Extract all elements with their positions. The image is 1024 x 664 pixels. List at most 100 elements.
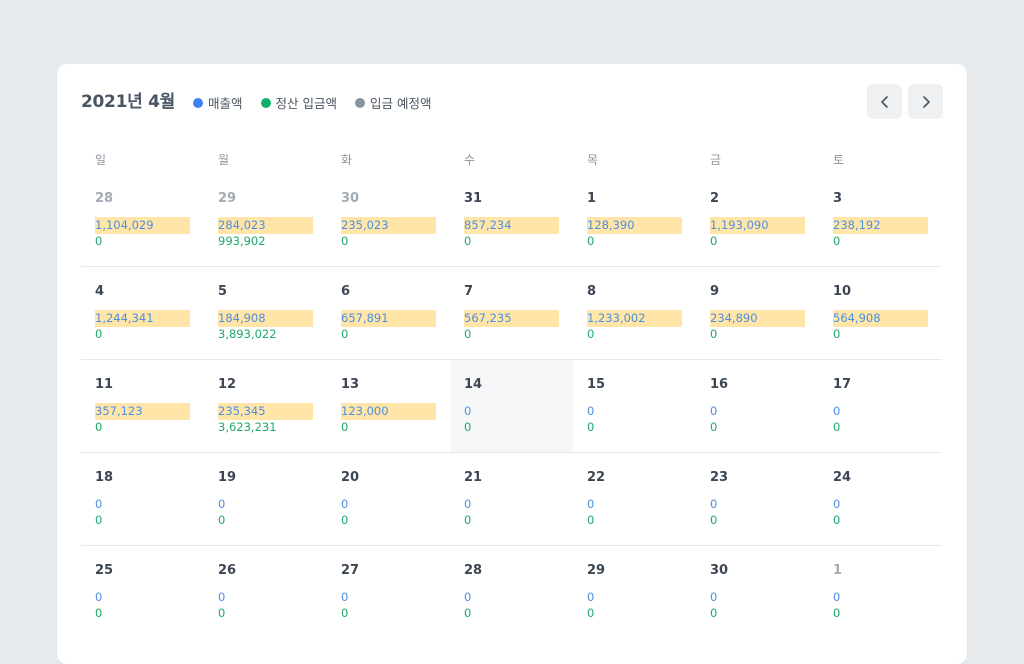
scheduled-dot-icon [355, 97, 365, 108]
deposit-amount: 0 [341, 513, 349, 527]
day-number: 30 [341, 191, 360, 206]
day-cell[interactable]: 7 567,235 0 [450, 267, 573, 359]
day-cell[interactable]: 28 0 0 [450, 546, 573, 638]
legend-label: 입금 예정액 [370, 96, 432, 111]
day-cell[interactable]: 31 857,234 0 [450, 174, 573, 266]
day-cell[interactable]: 25 0 0 [81, 546, 204, 638]
deposit-amount: 0 [710, 327, 718, 341]
weekday-label: 목 [587, 153, 599, 167]
day-number: 30 [710, 563, 729, 578]
day-cell[interactable]: 17 0 0 [819, 360, 942, 452]
day-cell[interactable]: 24 0 0 [819, 453, 942, 545]
day-cell[interactable]: 30 235,023 0 [327, 174, 450, 266]
deposit-amount: 0 [833, 327, 841, 341]
sales-amount: 0 [464, 497, 472, 511]
day-number: 10 [833, 284, 852, 299]
day-number: 22 [587, 470, 606, 485]
day-cell[interactable]: 29 284,023 993,902 [204, 174, 327, 266]
deposit-amount: 0 [710, 420, 718, 434]
day-cell[interactable]: 30 0 0 [696, 546, 819, 638]
sales-amount: 0 [95, 497, 103, 511]
day-number: 8 [587, 284, 597, 299]
day-number: 1 [587, 191, 597, 206]
sales-amount: 1,233,002 [587, 310, 682, 327]
deposit-amount: 0 [833, 234, 841, 248]
day-cell[interactable]: 14 0 0 [450, 360, 573, 452]
day-cell[interactable]: 15 0 0 [573, 360, 696, 452]
weekday-label: 화 [341, 153, 353, 167]
day-cell[interactable]: 9 234,890 0 [696, 267, 819, 359]
sales-amount: 238,192 [833, 217, 928, 234]
day-cell[interactable]: 6 657,891 0 [327, 267, 450, 359]
day-cell[interactable]: 1 0 0 [819, 546, 942, 638]
day-cell[interactable]: 2 1,193,090 0 [696, 174, 819, 266]
day-cell[interactable]: 23 0 0 [696, 453, 819, 545]
deposit-amount: 0 [710, 513, 718, 527]
day-number: 23 [710, 470, 729, 485]
weekday-label: 금 [710, 153, 722, 167]
sales-amount: 234,890 [710, 310, 805, 327]
deposit-amount: 3,623,231 [218, 420, 277, 434]
prev-month-button[interactable] [867, 84, 902, 119]
week-row: 28 1,104,029 0 29 284,023 993,902 30 235,023 0 31… [81, 174, 942, 267]
day-cell[interactable]: 28 1,104,029 0 [81, 174, 204, 266]
day-cell[interactable]: 1 128,390 0 [573, 174, 696, 266]
day-number: 5 [218, 284, 228, 299]
day-number: 17 [833, 377, 852, 392]
chevron-right-icon [922, 95, 930, 108]
sales-amount: 0 [710, 590, 718, 604]
deposit-amount: 0 [464, 606, 472, 620]
day-cell[interactable]: 5 184,908 3,893,022 [204, 267, 327, 359]
day-cell[interactable]: 22 0 0 [573, 453, 696, 545]
day-cell[interactable]: 8 1,233,002 0 [573, 267, 696, 359]
deposit-amount: 0 [833, 420, 841, 434]
day-cell[interactable]: 21 0 0 [450, 453, 573, 545]
sales-amount: 235,023 [341, 217, 436, 234]
sales-dot-icon [193, 97, 203, 108]
deposit-amount: 0 [710, 234, 718, 248]
day-cell[interactable]: 13 123,000 0 [327, 360, 450, 452]
day-number: 2 [710, 191, 720, 206]
day-cell[interactable]: 18 0 0 [81, 453, 204, 545]
sales-amount: 0 [710, 497, 718, 511]
legend-label: 정산 입금액 [275, 96, 337, 111]
deposit-amount: 0 [464, 420, 472, 434]
sales-amount: 857,234 [464, 217, 559, 234]
day-number: 29 [587, 563, 606, 578]
day-number: 16 [710, 377, 729, 392]
deposit-amount: 0 [587, 234, 595, 248]
day-cell[interactable]: 4 1,244,341 0 [81, 267, 204, 359]
weekday-label: 토 [833, 153, 845, 167]
deposit-amount: 0 [95, 327, 103, 341]
day-number: 11 [95, 377, 114, 392]
sales-amount: 128,390 [587, 217, 682, 234]
day-cell[interactable]: 19 0 0 [204, 453, 327, 545]
day-cell[interactable]: 27 0 0 [327, 546, 450, 638]
deposit-amount: 0 [218, 606, 226, 620]
sales-amount: 0 [95, 590, 103, 604]
day-cell[interactable]: 11 357,123 0 [81, 360, 204, 452]
day-cell[interactable]: 12 235,345 3,623,231 [204, 360, 327, 452]
calendar-card: 2021년 4월 매출액 정산 입금액 입금 예정액 일월화수목금토 28 1,1… [57, 64, 967, 664]
day-cell[interactable]: 16 0 0 [696, 360, 819, 452]
sales-amount: 0 [341, 590, 349, 604]
day-number: 14 [464, 377, 483, 392]
day-cell[interactable]: 29 0 0 [573, 546, 696, 638]
deposit-amount: 0 [464, 327, 472, 341]
day-number: 24 [833, 470, 852, 485]
day-number: 15 [587, 377, 606, 392]
weekday-header: 일월화수목금토 [81, 151, 942, 168]
day-cell[interactable]: 10 564,908 0 [819, 267, 942, 359]
deposit-amount: 0 [464, 513, 472, 527]
sales-amount: 1,104,029 [95, 217, 190, 234]
sales-amount: 0 [833, 590, 841, 604]
day-number: 12 [218, 377, 237, 392]
day-number: 27 [341, 563, 360, 578]
day-number: 20 [341, 470, 360, 485]
day-cell[interactable]: 20 0 0 [327, 453, 450, 545]
day-cell[interactable]: 3 238,192 0 [819, 174, 942, 266]
deposit-amount: 993,902 [218, 234, 266, 248]
week-row: 11 357,123 0 12 235,345 3,623,231 13 123,000 0 14… [81, 360, 942, 453]
day-cell[interactable]: 26 0 0 [204, 546, 327, 638]
next-month-button[interactable] [908, 84, 943, 119]
